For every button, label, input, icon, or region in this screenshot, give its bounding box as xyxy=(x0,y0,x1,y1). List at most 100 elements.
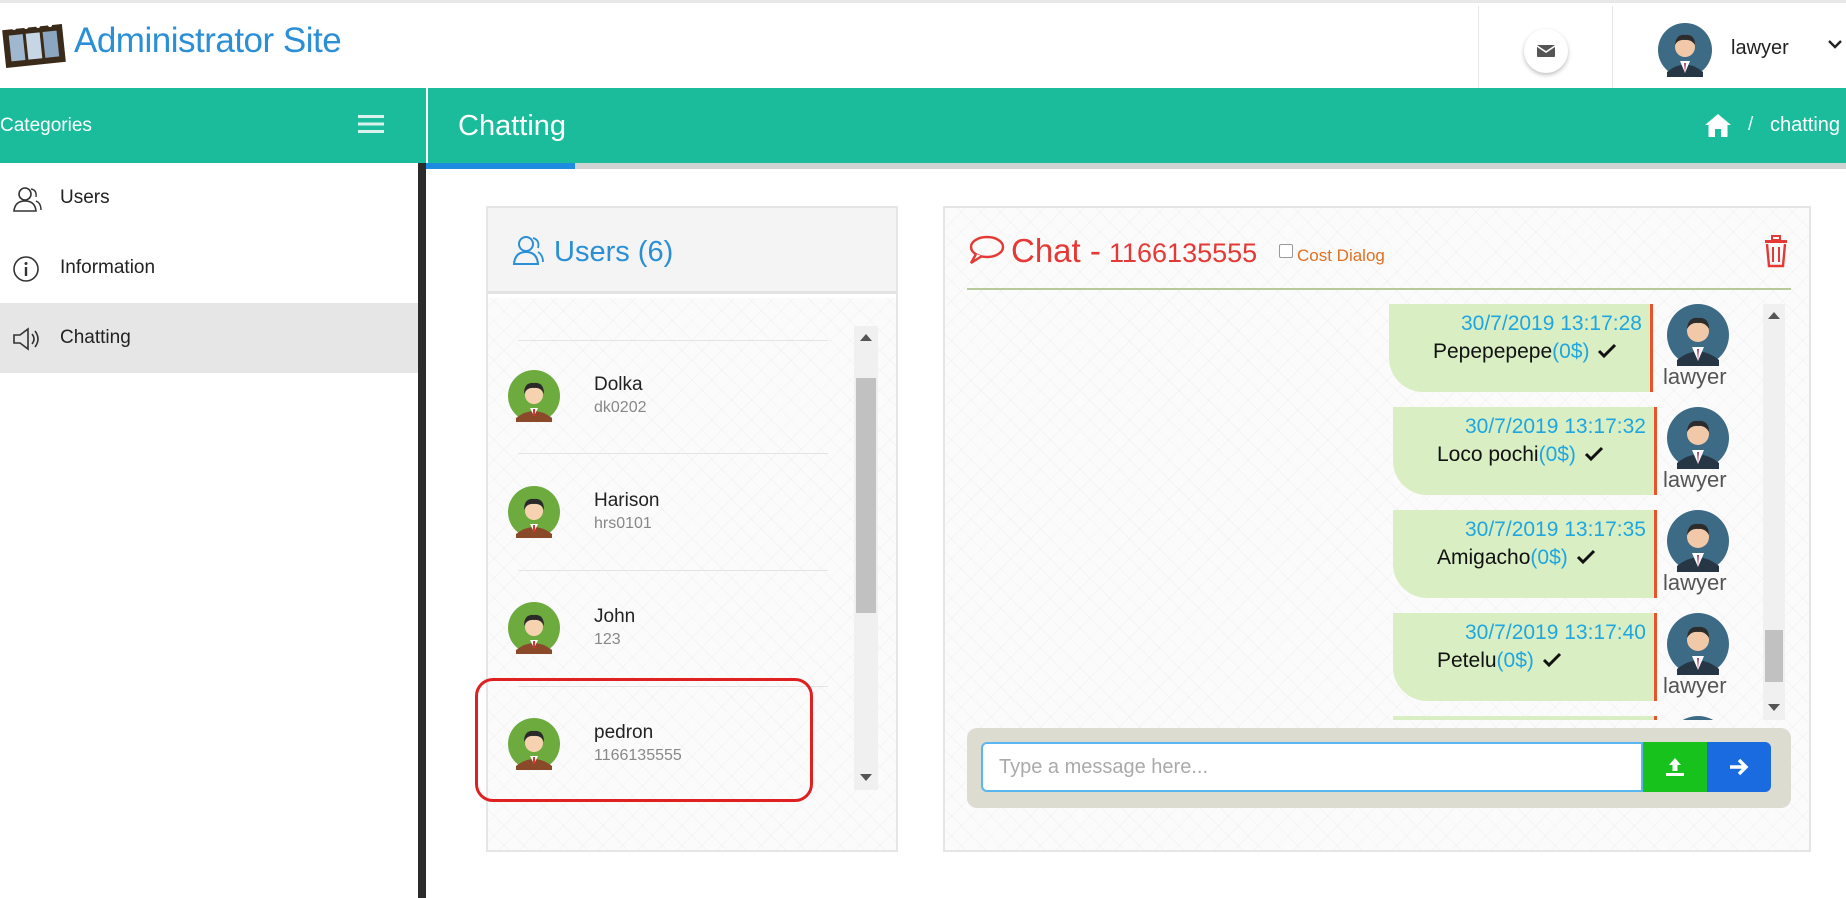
cost-dialog-checkbox[interactable] xyxy=(1279,244,1293,258)
arrow-right-icon xyxy=(1730,758,1749,776)
envelope-icon xyxy=(1536,45,1556,57)
user-avatar-icon[interactable] xyxy=(1658,23,1712,77)
author-avatar-icon xyxy=(1667,613,1729,675)
message-body: Pepepepepe xyxy=(1433,340,1553,363)
users-scrollbar[interactable] xyxy=(854,326,878,790)
scroll-down-arrow-icon[interactable] xyxy=(860,774,872,781)
top-header: Administrator Site lawyer xyxy=(0,0,1846,88)
user-avatar-icon xyxy=(508,486,560,538)
upload-icon xyxy=(1666,758,1684,776)
message-item: 30/7/2019 13:17:40 Petelu(0$) lawyer xyxy=(1393,613,1729,701)
user-avatar-icon xyxy=(508,602,560,654)
message-text: Petelu(0$) xyxy=(1437,649,1562,673)
chevron-down-icon[interactable] xyxy=(1826,35,1844,53)
message-cost: (0$) xyxy=(1530,546,1568,569)
message-composer xyxy=(967,728,1791,808)
author-avatar-icon xyxy=(1667,304,1729,366)
list-divider xyxy=(518,453,828,454)
page-progress-bar xyxy=(426,163,1846,169)
user-id: dk0202 xyxy=(594,399,647,416)
message-text: Loco pochi(0$) xyxy=(1437,443,1604,467)
message-body: Petelu xyxy=(1437,649,1497,672)
chat-divider xyxy=(967,288,1791,290)
chat-scrollbar-thumb[interactable] xyxy=(1765,630,1783,682)
check-icon xyxy=(1584,446,1603,462)
user-id: hrs0101 xyxy=(594,515,652,532)
sidebar-border xyxy=(418,163,426,898)
message-time: 30/7/2019 13:17:35 xyxy=(1464,518,1646,541)
scroll-up-arrow-icon[interactable] xyxy=(1768,312,1780,319)
message-input[interactable] xyxy=(981,742,1643,792)
author-avatar-icon xyxy=(1667,510,1729,572)
message-body: Amigacho xyxy=(1437,546,1531,569)
sidebar-item-users[interactable]: Users xyxy=(0,163,418,233)
list-divider xyxy=(518,570,828,571)
sidebar-menu: Users Information Chatting xyxy=(0,163,420,898)
list-item-dolka[interactable]: Dolka dk0202 xyxy=(508,340,828,452)
message-item: 30/7/2019 13:17:32 Loco pochi(0$) lawyer xyxy=(1393,407,1729,495)
check-icon xyxy=(1598,343,1617,359)
user-name[interactable]: lawyer xyxy=(1731,37,1789,60)
sidebar-item-label: Information xyxy=(60,257,156,278)
user-name: Harison xyxy=(594,490,660,511)
message-author: lawyer xyxy=(1663,570,1727,595)
message-author: lawyer xyxy=(1663,364,1727,389)
page-title: Chatting xyxy=(458,110,567,142)
scroll-down-arrow-icon[interactable] xyxy=(1768,704,1780,711)
users-icon xyxy=(512,236,544,265)
message-item: 30/7/2019 13:17:35 Amigacho(0$) lawyer xyxy=(1393,510,1729,598)
sidebar-item-information[interactable]: Information xyxy=(0,233,418,303)
list-item-harison[interactable]: Harison hrs0101 xyxy=(508,456,828,568)
header-divider xyxy=(1478,6,1479,88)
message-bubble: 30/7/2019 13:17:32 Loco pochi(0$) xyxy=(1393,407,1657,495)
chat-contact-number: 1166135555 xyxy=(1109,238,1258,268)
home-icon[interactable] xyxy=(1704,112,1732,138)
cost-dialog-label[interactable]: Cost Dialog xyxy=(1297,246,1385,266)
user-name: Dolka xyxy=(594,374,643,395)
users-scrollbar-thumb[interactable] xyxy=(856,378,876,613)
sidebar-item-label: Chatting xyxy=(60,327,131,348)
info-icon xyxy=(13,256,39,282)
list-item-john[interactable]: John 123 xyxy=(508,572,828,684)
message-time: 30/7/2019 13:17:40 xyxy=(1464,621,1646,644)
breadcrumb-separator: / xyxy=(1748,114,1754,135)
speech-bubble-icon xyxy=(969,235,1005,265)
upload-button[interactable] xyxy=(1643,742,1707,792)
message-time: 30/7/2019 13:17:32 xyxy=(1464,415,1646,438)
message-bubble xyxy=(1393,716,1657,720)
user-avatar-icon xyxy=(508,370,560,422)
trash-icon[interactable] xyxy=(1761,234,1791,268)
message-text: Amigacho(0$) xyxy=(1437,546,1596,570)
check-icon xyxy=(1542,652,1561,668)
chat-scrollbar[interactable] xyxy=(1763,304,1785,720)
selected-user-highlight xyxy=(475,678,813,802)
users-panel-title: Users (6) xyxy=(554,236,674,268)
page-titlebar: Chatting / chatting xyxy=(426,88,1846,163)
site-title[interactable]: Administrator Site xyxy=(74,21,342,61)
menu-toggle-icon[interactable] xyxy=(358,114,384,134)
message-author: lawyer xyxy=(1663,467,1727,492)
chat-panel: Chat - 1166135555 Cost Dialog 30/7/2019 … xyxy=(943,206,1811,852)
film-logo-icon xyxy=(2,23,66,69)
message-cost: (0$) xyxy=(1552,340,1590,363)
message-list: 30/7/2019 13:17:28 Pepepepepe(0$) lawyer… xyxy=(967,304,1763,720)
message-bubble: 30/7/2019 13:17:35 Amigacho(0$) xyxy=(1393,510,1657,598)
scroll-up-arrow-icon[interactable] xyxy=(860,334,872,341)
message-cost: (0$) xyxy=(1496,649,1534,672)
send-button[interactable] xyxy=(1707,742,1771,792)
breadcrumb-current[interactable]: chatting xyxy=(1770,114,1840,137)
speaker-icon xyxy=(13,327,39,351)
message-body: Loco pochi xyxy=(1437,443,1539,466)
message-bubble: 30/7/2019 13:17:40 Petelu(0$) xyxy=(1393,613,1657,701)
users-panel-header: Users (6) xyxy=(488,208,896,294)
sidebar-title: Categories xyxy=(0,115,92,136)
message-author: lawyer xyxy=(1663,673,1727,698)
message-item: 30/7/2019 13:17:28 Pepepepepe(0$) lawyer xyxy=(1389,304,1729,392)
message-item-partial xyxy=(1393,716,1714,720)
users-icon xyxy=(13,187,42,212)
chat-title: Chat - xyxy=(1011,232,1101,269)
message-text: Pepepepepe(0$) xyxy=(1433,340,1617,364)
sidebar-item-chatting[interactable]: Chatting xyxy=(0,303,418,373)
user-id: 123 xyxy=(594,631,621,648)
messages-button[interactable] xyxy=(1524,29,1568,73)
